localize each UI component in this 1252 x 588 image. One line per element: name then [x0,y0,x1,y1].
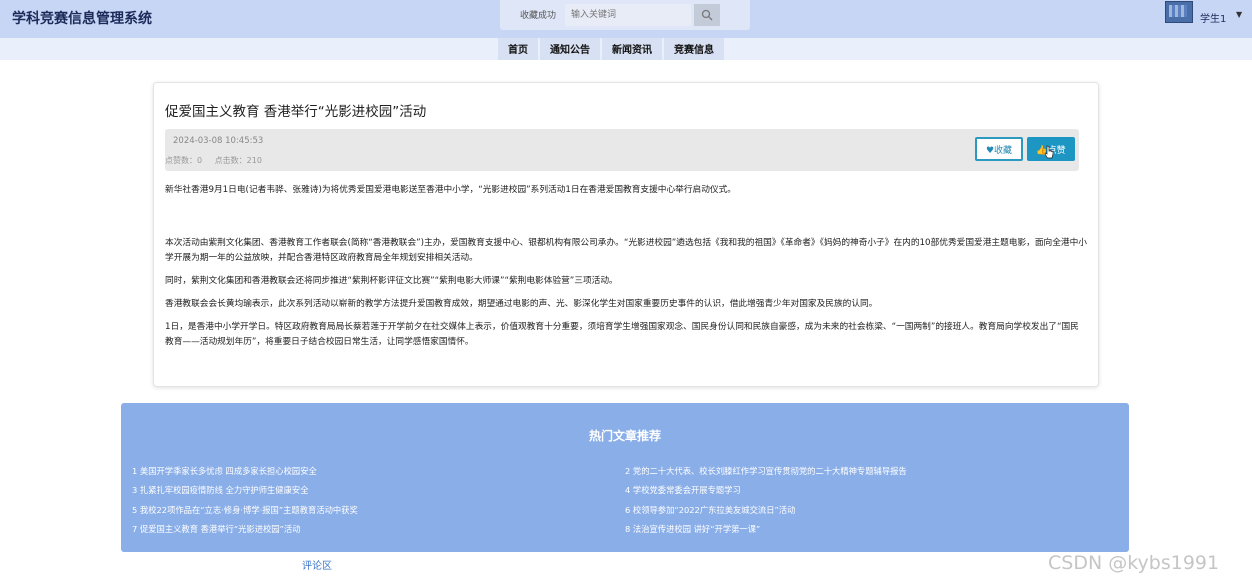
hot-article-link[interactable]: 2 党的二十大代表、校长刘滕红作学习宣传贯彻党的二十大精神专题辅导报告 [625,465,1115,484]
hot-list-right: 2 党的二十大代表、校长刘滕红作学习宣传贯彻党的二十大精神专题辅导报告 4 学校… [625,465,1115,542]
pointer-cursor-icon [1044,145,1054,159]
hot-article-link[interactable]: 3 扎紧扎牢校园疫情防线 全力守护师生健康安全 [132,484,622,503]
article-paragraph: 本次活动由紫荆文化集团、香港教育工作者联会(简称“香港教联会”)主办，爱国教育支… [165,238,1087,263]
comment-section-link[interactable]: 评论区 [302,557,332,572]
search-button[interactable] [694,4,720,26]
watermark: CSDN @kybs1991 [1048,552,1220,574]
view-count: 点击数：210 [214,156,262,165]
article-paragraph: 1日，是香港中小学开学日。特区政府教育局局长蔡若莲于开学前夕在社交媒体上表示，价… [165,322,1079,347]
avatar[interactable] [1165,1,1193,23]
nav-item-notices[interactable]: 通知公告 [540,38,600,60]
chevron-down-icon[interactable]: ▼ [1236,10,1242,19]
article-date: 2024-03-08 10:45:53 [173,136,264,146]
nav-item-contests[interactable]: 竞赛信息 [664,38,724,60]
nav-item-news[interactable]: 新闻资讯 [602,38,662,60]
like-count: 点赞数：0 [165,156,203,165]
search-input[interactable] [565,4,691,26]
article-body: 新华社香港9月1日电(记者韦骅、张雅诗)为将优秀爱国爱港电影送至香港中小学，“光… [165,183,1087,358]
user-name[interactable]: 学生1 [1200,10,1226,25]
hot-list-left: 1 美国开学季家长多忧虑 四成多家长担心校园安全 3 扎紧扎牢校园疫情防线 全力… [132,465,622,542]
article-title: 促爱国主义教育 香港举行“光影进校园”活动 [165,104,427,120]
favorite-button[interactable]: ♥收藏 [975,137,1023,161]
main-nav: 首页 通知公告 新闻资讯 竞赛信息 [498,38,724,60]
nav-item-home[interactable]: 首页 [498,38,538,60]
article-card: 促爱国主义教育 香港举行“光影进校园”活动 2024-03-08 10:45:5… [153,82,1099,387]
hot-article-link[interactable]: 7 促爱国主义教育 香港举行“光影进校园”活动 [132,523,622,542]
article-paragraph: 新华社香港9月1日电(记者韦骅、张雅诗)为将优秀爱国爱港电影送至香港中小学，“光… [165,185,736,195]
hot-article-link[interactable]: 1 美国开学季家长多忧虑 四成多家长担心校园安全 [132,465,622,484]
hot-articles-panel: 热门文章推荐 1 美国开学季家长多忧虑 四成多家长担心校园安全 3 扎紧扎牢校园… [121,403,1129,552]
article-counts: 点赞数：0 点击数：210 [165,155,272,166]
hot-article-link[interactable]: 6 校领导参加“2022广东拉美友城交流日”活动 [625,504,1115,523]
hot-articles-title: 热门文章推荐 [588,429,661,443]
site-brand[interactable]: 学科竞赛信息管理系统 [12,8,152,28]
hot-article-link[interactable]: 8 法治宣传进校园 讲好“开学第一课” [625,523,1115,542]
article-meta-bar: 2024-03-08 10:45:53 点赞数：0 点击数：210 ♥收藏 👍点… [165,129,1079,171]
search-icon [701,9,713,21]
hot-article-link[interactable]: 5 我校22项作品在“立志·修身·博学·报国”主题教育活动中获奖 [132,504,622,523]
article-paragraph: 同时，紫荆文化集团和香港教联会还将同步推进“紫荆杯影评征文比赛”“紫荆电影大师课… [165,276,618,286]
article-paragraph: 香港教联会会长黄均瑜表示，此次系列活动以崭新的教学方法提升爱国教育成效，期望通过… [165,299,878,309]
toast-message: 收藏成功 [520,11,557,21]
hot-article-link[interactable]: 4 学校党委常委会开展专题学习 [625,484,1115,503]
